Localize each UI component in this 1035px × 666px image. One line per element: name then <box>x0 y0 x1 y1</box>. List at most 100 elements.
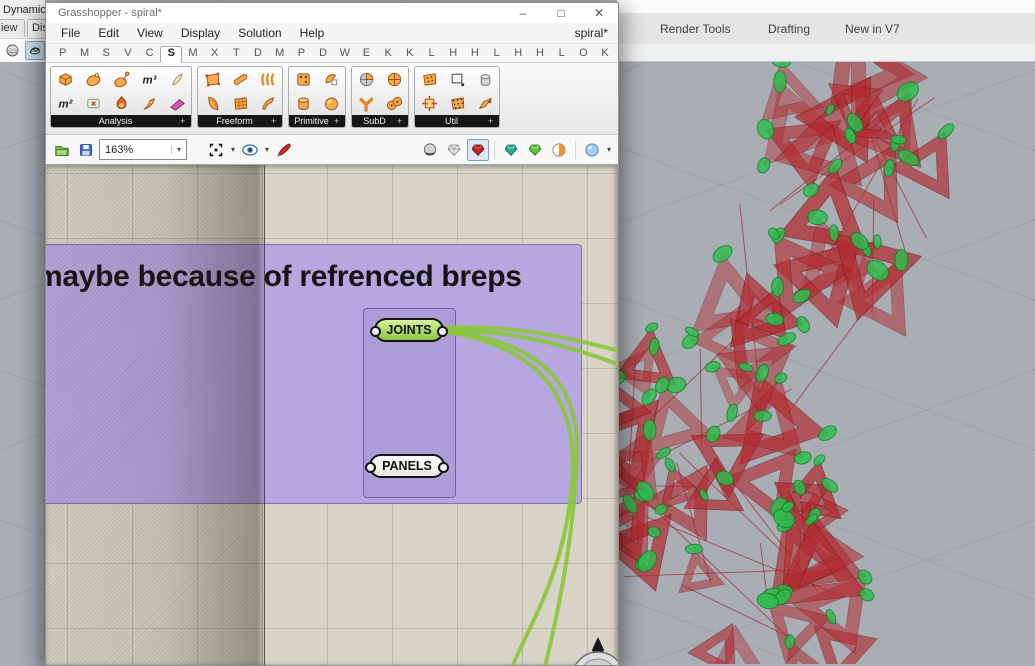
rhino-panel-tab[interactable]: iew <box>0 19 25 37</box>
ribbon-tab-15[interactable]: K <box>377 47 399 62</box>
group-expand-button[interactable]: + <box>334 116 345 126</box>
group-expand-button[interactable]: + <box>397 116 408 126</box>
network-surface-button[interactable] <box>226 91 254 115</box>
evaluate-horn-button[interactable] <box>135 91 163 115</box>
shaded-gem-button[interactable] <box>467 138 489 161</box>
ribbon-tab-1[interactable]: M <box>74 47 96 62</box>
menu-display[interactable]: Display <box>172 24 229 42</box>
rhino-menu-text[interactable]: Dynamic Ex <box>0 0 45 19</box>
ribbon-tab-22[interactable]: H <box>529 47 551 62</box>
ribbon-tab-2[interactable]: S <box>95 47 117 62</box>
menu-view[interactable]: View <box>128 24 172 42</box>
save-file-button[interactable] <box>75 139 97 161</box>
grasshopper-title-bar[interactable]: Grasshopper - spiral* – □ ✕ <box>46 3 618 23</box>
ribbon-tab-20[interactable]: L <box>486 47 508 62</box>
sketch-pen-button[interactable] <box>273 139 295 161</box>
ribbon-tab-24[interactable]: O <box>573 47 595 62</box>
close-button[interactable]: ✕ <box>580 3 618 23</box>
ribbon-tab-10[interactable]: M <box>269 47 291 62</box>
ribbon-tab-23[interactable]: L <box>551 47 573 62</box>
surface-4pt-button[interactable] <box>198 67 226 91</box>
custom-preview-gem-button[interactable] <box>500 139 522 161</box>
document-preview-sphere-button[interactable] <box>581 139 603 161</box>
panels-component[interactable]: PANELS <box>365 454 449 478</box>
area-m2-button[interactable]: m² <box>51 91 79 115</box>
grasshopper-canvas[interactable]: maybe because of refrenced breps JOINTS … <box>46 165 618 665</box>
rhino-tab-render-tools[interactable]: Render Tools <box>660 22 731 36</box>
ribbon-tab-17[interactable]: L <box>421 47 443 62</box>
volume-m3-button[interactable]: m³ <box>135 67 163 91</box>
ribbon-tab-14[interactable]: E <box>356 47 378 62</box>
split-sphere-preview-button[interactable] <box>548 139 570 161</box>
group-expand-button[interactable]: + <box>488 116 499 126</box>
ribbon-tab-11[interactable]: P <box>291 47 313 62</box>
minimize-button[interactable]: – <box>504 3 542 23</box>
divide-surface-button[interactable] <box>443 91 471 115</box>
surface-morph-button[interactable] <box>415 67 443 91</box>
subd-from-mesh-button[interactable] <box>352 67 380 91</box>
osculating-frames-button[interactable] <box>163 91 191 115</box>
ribbon-tab-13[interactable]: W <box>334 47 356 62</box>
trim-region-button[interactable] <box>443 67 471 91</box>
ribbon-tab-16[interactable]: K <box>399 47 421 62</box>
rhino-tab-drafting[interactable]: Drafting <box>768 22 810 36</box>
canvas-compass-widget[interactable] <box>561 635 618 665</box>
joints-component[interactable]: JOINTS <box>370 318 448 342</box>
render-sphere-icon[interactable] <box>3 41 22 60</box>
explode-button[interactable] <box>107 91 135 115</box>
ribbon-tab-7[interactable]: X <box>204 47 226 62</box>
ribbon-tab-6[interactable]: M <box>182 47 204 62</box>
fragment-patch-button[interactable] <box>254 91 282 115</box>
collapse-box-button[interactable] <box>415 91 443 115</box>
wire-3[interactable] <box>444 330 575 665</box>
brep-shape-button[interactable] <box>163 67 191 91</box>
sweep-2rails-button[interactable] <box>254 67 282 91</box>
mesh-preview-gem-button[interactable] <box>524 139 546 161</box>
closest-point-button[interactable] <box>79 67 107 91</box>
ribbon-tab-8[interactable]: T <box>226 47 248 62</box>
preview-eye-button[interactable] <box>239 139 261 161</box>
subd-fuse-button[interactable] <box>380 91 408 115</box>
output-grip[interactable] <box>437 326 448 337</box>
group-expand-button[interactable]: + <box>180 116 191 126</box>
brep-edges-button[interactable] <box>79 91 107 115</box>
ribbon-tab-12[interactable]: D <box>312 47 334 62</box>
maximize-button[interactable]: □ <box>542 3 580 23</box>
ribbon-tab-3[interactable]: V <box>117 47 139 62</box>
menu-solution[interactable]: Solution <box>229 24 290 42</box>
domain-box-button[interactable] <box>289 67 317 91</box>
quad-sphere-button[interactable] <box>380 67 408 91</box>
rhino-tab-new-in-v7[interactable]: New in V7 <box>845 22 900 36</box>
multipipe-button[interactable] <box>352 91 380 115</box>
menu-file[interactable]: File <box>52 24 89 42</box>
menu-help[interactable]: Help <box>291 24 334 42</box>
grasshopper-icon[interactable] <box>25 41 45 60</box>
pipe-button[interactable] <box>226 67 254 91</box>
zoom-dropdown-caret-icon[interactable]: ▾ <box>171 145 186 154</box>
input-grip[interactable] <box>365 462 376 473</box>
dropdown-caret-icon[interactable]: ▾ <box>605 145 613 154</box>
rhino-panel-tab[interactable]: Disp <box>27 19 45 37</box>
ribbon-tab-4[interactable]: C <box>139 47 161 62</box>
ribbon-tab-19[interactable]: H <box>464 47 486 62</box>
point-in-shape-button[interactable] <box>107 67 135 91</box>
wire-2[interactable] <box>444 329 580 665</box>
output-grip[interactable] <box>438 462 449 473</box>
input-grip[interactable] <box>370 326 381 337</box>
cylinder-button[interactable] <box>289 91 317 115</box>
ribbon-tab-5[interactable]: S <box>160 46 183 63</box>
zoom-level-select[interactable]: 163% ▾ <box>99 139 187 160</box>
zoom-extents-button[interactable] <box>205 139 227 161</box>
flip-surface-button[interactable] <box>471 91 499 115</box>
group-expand-button[interactable]: + <box>271 116 282 126</box>
wireframe-gem-button[interactable] <box>443 139 465 161</box>
cap-holes-button[interactable] <box>471 67 499 91</box>
dropdown-caret-icon[interactable]: ▾ <box>229 145 237 154</box>
dropdown-caret-icon[interactable]: ▾ <box>263 145 271 154</box>
open-file-button[interactable] <box>51 139 73 161</box>
no-preview-gem-button[interactable] <box>419 139 441 161</box>
plane-surface-button[interactable] <box>317 67 345 91</box>
menu-edit[interactable]: Edit <box>89 24 128 42</box>
brep-box-button[interactable] <box>51 67 79 91</box>
sphere-button[interactable] <box>317 91 345 115</box>
